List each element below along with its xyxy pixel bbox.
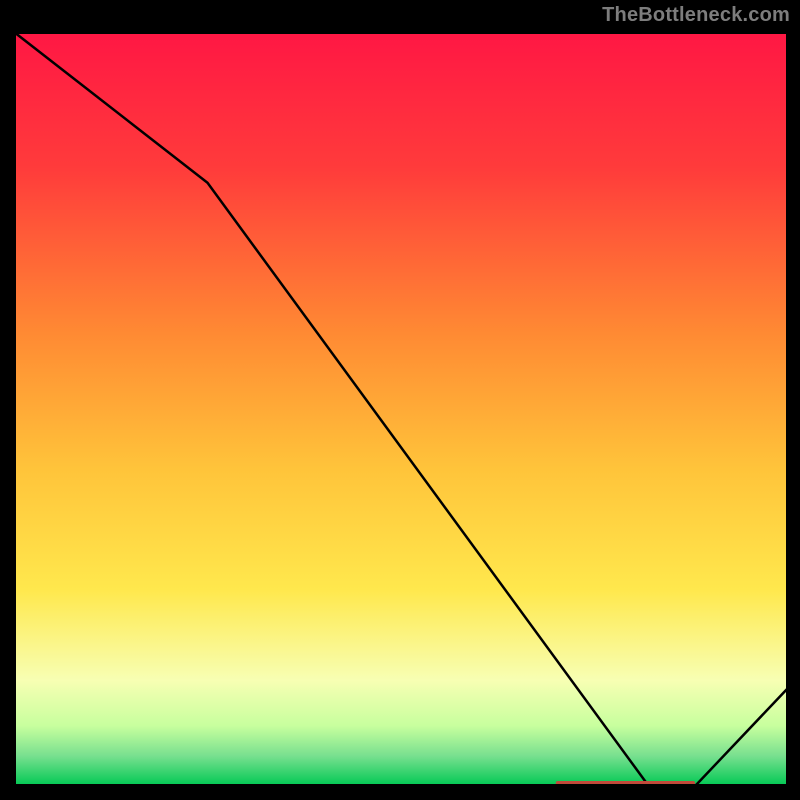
watermark-text: TheBottleneck.com xyxy=(602,4,790,27)
chart-stage: TheBottleneck.com xyxy=(0,0,800,800)
chart-gradient-background xyxy=(14,32,788,786)
bottleneck-chart xyxy=(14,32,788,786)
